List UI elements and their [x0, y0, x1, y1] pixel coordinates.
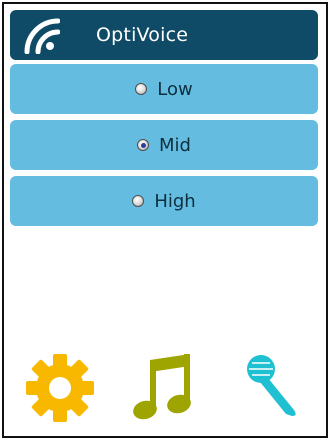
app-title: OptiVoice: [96, 24, 189, 46]
option-label: Mid: [159, 134, 191, 156]
app-header: OptiVoice: [10, 10, 318, 60]
option-low[interactable]: Low: [10, 64, 318, 114]
signal-arcs-icon: [24, 18, 60, 54]
music-note-icon[interactable]: [132, 354, 192, 420]
radio-mid[interactable]: [137, 139, 150, 151]
microphone-icon[interactable]: [246, 354, 300, 418]
option-label: Low: [157, 78, 193, 100]
gear-icon[interactable]: [24, 352, 96, 424]
option-high[interactable]: High: [10, 176, 318, 226]
option-label: High: [154, 190, 196, 212]
option-mid[interactable]: Mid: [10, 120, 318, 170]
radio-low[interactable]: [135, 83, 148, 95]
radio-high[interactable]: [132, 195, 145, 207]
